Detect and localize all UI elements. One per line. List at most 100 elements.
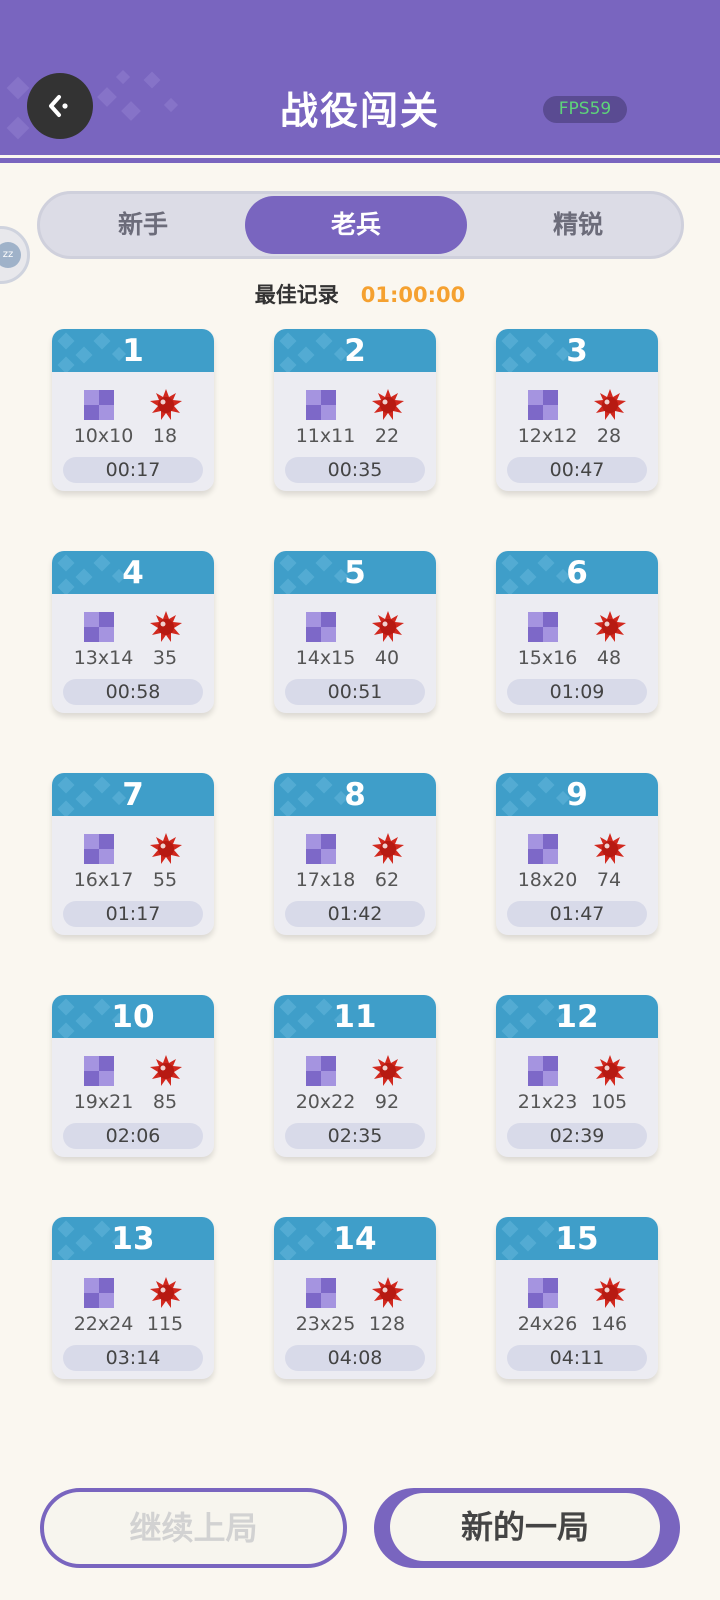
best-record-label: 最佳记录 xyxy=(254,283,339,307)
best-record-value: 01:00:00 xyxy=(360,283,466,307)
board-grid-icon xyxy=(84,1278,114,1308)
mine-count: 48 xyxy=(596,647,622,669)
mine-count: 74 xyxy=(596,869,622,891)
board-grid-icon xyxy=(528,612,558,642)
level-number: 9 xyxy=(566,777,588,813)
mine-icon xyxy=(372,611,404,642)
tab-beginner[interactable]: 新手 xyxy=(48,196,238,254)
difficulty-tabs: 新手 老兵 精锐 xyxy=(37,191,684,259)
continue-game-button[interactable]: 继续上局 xyxy=(40,1488,347,1568)
level-card[interactable]: 5 14x15 40 00:51 xyxy=(274,551,436,713)
mine-icon xyxy=(594,1055,626,1086)
level-card-header: 12 xyxy=(496,995,658,1038)
level-number: 12 xyxy=(555,999,599,1035)
level-card[interactable]: 15 24x26 146 04:11 xyxy=(496,1217,658,1379)
level-card-header: 3 xyxy=(496,329,658,372)
level-number: 1 xyxy=(122,333,144,369)
best-time: 04:08 xyxy=(285,1345,425,1371)
level-card-header: 8 xyxy=(274,773,436,816)
board-grid-icon xyxy=(306,612,336,642)
mine-icon xyxy=(372,389,404,420)
level-card[interactable]: 11 20x22 92 02:35 xyxy=(274,995,436,1157)
fps-badge: FPS59 xyxy=(543,96,627,123)
level-card-header: 4 xyxy=(52,551,214,594)
best-time: 04:11 xyxy=(507,1345,647,1371)
level-card-header: 1 xyxy=(52,329,214,372)
level-card[interactable]: 8 17x18 62 01:42 xyxy=(274,773,436,935)
tab-veteran[interactable]: 老兵 xyxy=(245,196,467,254)
mine-icon xyxy=(150,1277,182,1308)
best-time: 00:47 xyxy=(507,457,647,483)
level-card[interactable]: 6 15x16 48 01:09 xyxy=(496,551,658,713)
level-card[interactable]: 12 21x23 105 02:39 xyxy=(496,995,658,1157)
mine-count: 115 xyxy=(146,1313,184,1335)
board-grid-icon xyxy=(528,390,558,420)
mine-count: 128 xyxy=(368,1313,406,1335)
level-number: 11 xyxy=(333,999,377,1035)
best-time: 03:14 xyxy=(63,1345,203,1371)
mine-count: 18 xyxy=(152,425,178,447)
level-card-header: 14 xyxy=(274,1217,436,1260)
floating-assistant-bubble[interactable]: zz xyxy=(0,226,30,284)
mine-icon xyxy=(150,389,182,420)
board-grid-icon xyxy=(84,390,114,420)
best-time: 02:06 xyxy=(63,1123,203,1149)
best-time: 00:17 xyxy=(63,457,203,483)
level-card[interactable]: 7 16x17 55 01:17 xyxy=(52,773,214,935)
mine-icon xyxy=(150,833,182,864)
level-number: 3 xyxy=(566,333,588,369)
level-number: 14 xyxy=(333,1221,377,1257)
board-grid-icon xyxy=(306,1056,336,1086)
mine-count: 105 xyxy=(590,1091,628,1113)
board-grid-icon xyxy=(306,390,336,420)
level-number: 10 xyxy=(111,999,155,1035)
sleep-icon: zz xyxy=(0,242,21,268)
level-card[interactable]: 1 10x10 18 00:17 xyxy=(52,329,214,491)
level-number: 8 xyxy=(344,777,366,813)
mine-count: 28 xyxy=(596,425,622,447)
mine-icon xyxy=(594,1277,626,1308)
level-number: 15 xyxy=(555,1221,599,1257)
board-grid-icon xyxy=(84,834,114,864)
best-time: 01:47 xyxy=(507,901,647,927)
level-card[interactable]: 9 18x20 74 01:47 xyxy=(496,773,658,935)
level-card-header: 13 xyxy=(52,1217,214,1260)
best-time: 02:39 xyxy=(507,1123,647,1149)
board-grid-icon xyxy=(306,834,336,864)
mine-icon xyxy=(594,833,626,864)
board-grid-icon xyxy=(84,612,114,642)
board-grid-icon xyxy=(528,834,558,864)
mine-count: 55 xyxy=(152,869,178,891)
mine-icon xyxy=(150,611,182,642)
best-time: 00:35 xyxy=(285,457,425,483)
level-card[interactable]: 4 13x14 35 00:58 xyxy=(52,551,214,713)
board-grid-icon xyxy=(528,1056,558,1086)
best-time: 01:17 xyxy=(63,901,203,927)
level-card-header: 5 xyxy=(274,551,436,594)
tab-elite[interactable]: 精锐 xyxy=(480,196,676,254)
level-card[interactable]: 3 12x12 28 00:47 xyxy=(496,329,658,491)
level-card[interactable]: 13 22x24 115 03:14 xyxy=(52,1217,214,1379)
mine-icon xyxy=(594,389,626,420)
mine-icon xyxy=(150,1055,182,1086)
header-bar: 战役闯关 FPS59 xyxy=(0,0,720,155)
mine-count: 62 xyxy=(374,869,400,891)
level-number: 5 xyxy=(344,555,366,591)
level-card[interactable]: 14 23x25 128 04:08 xyxy=(274,1217,436,1379)
header-divider xyxy=(0,158,720,163)
best-time: 01:42 xyxy=(285,901,425,927)
level-card-header: 2 xyxy=(274,329,436,372)
best-record: 最佳记录 01:00:00 xyxy=(0,279,720,309)
mine-count: 40 xyxy=(374,647,400,669)
new-game-button[interactable]: 新的一局 xyxy=(374,1488,680,1568)
mine-count: 22 xyxy=(374,425,400,447)
mine-count: 92 xyxy=(374,1091,400,1113)
mine-icon xyxy=(372,1277,404,1308)
level-card-header: 10 xyxy=(52,995,214,1038)
board-grid-icon xyxy=(306,1278,336,1308)
level-card[interactable]: 10 19x21 85 02:06 xyxy=(52,995,214,1157)
best-time: 00:58 xyxy=(63,679,203,705)
mine-icon xyxy=(372,1055,404,1086)
level-card[interactable]: 2 11x11 22 00:35 xyxy=(274,329,436,491)
mine-count: 85 xyxy=(152,1091,178,1113)
